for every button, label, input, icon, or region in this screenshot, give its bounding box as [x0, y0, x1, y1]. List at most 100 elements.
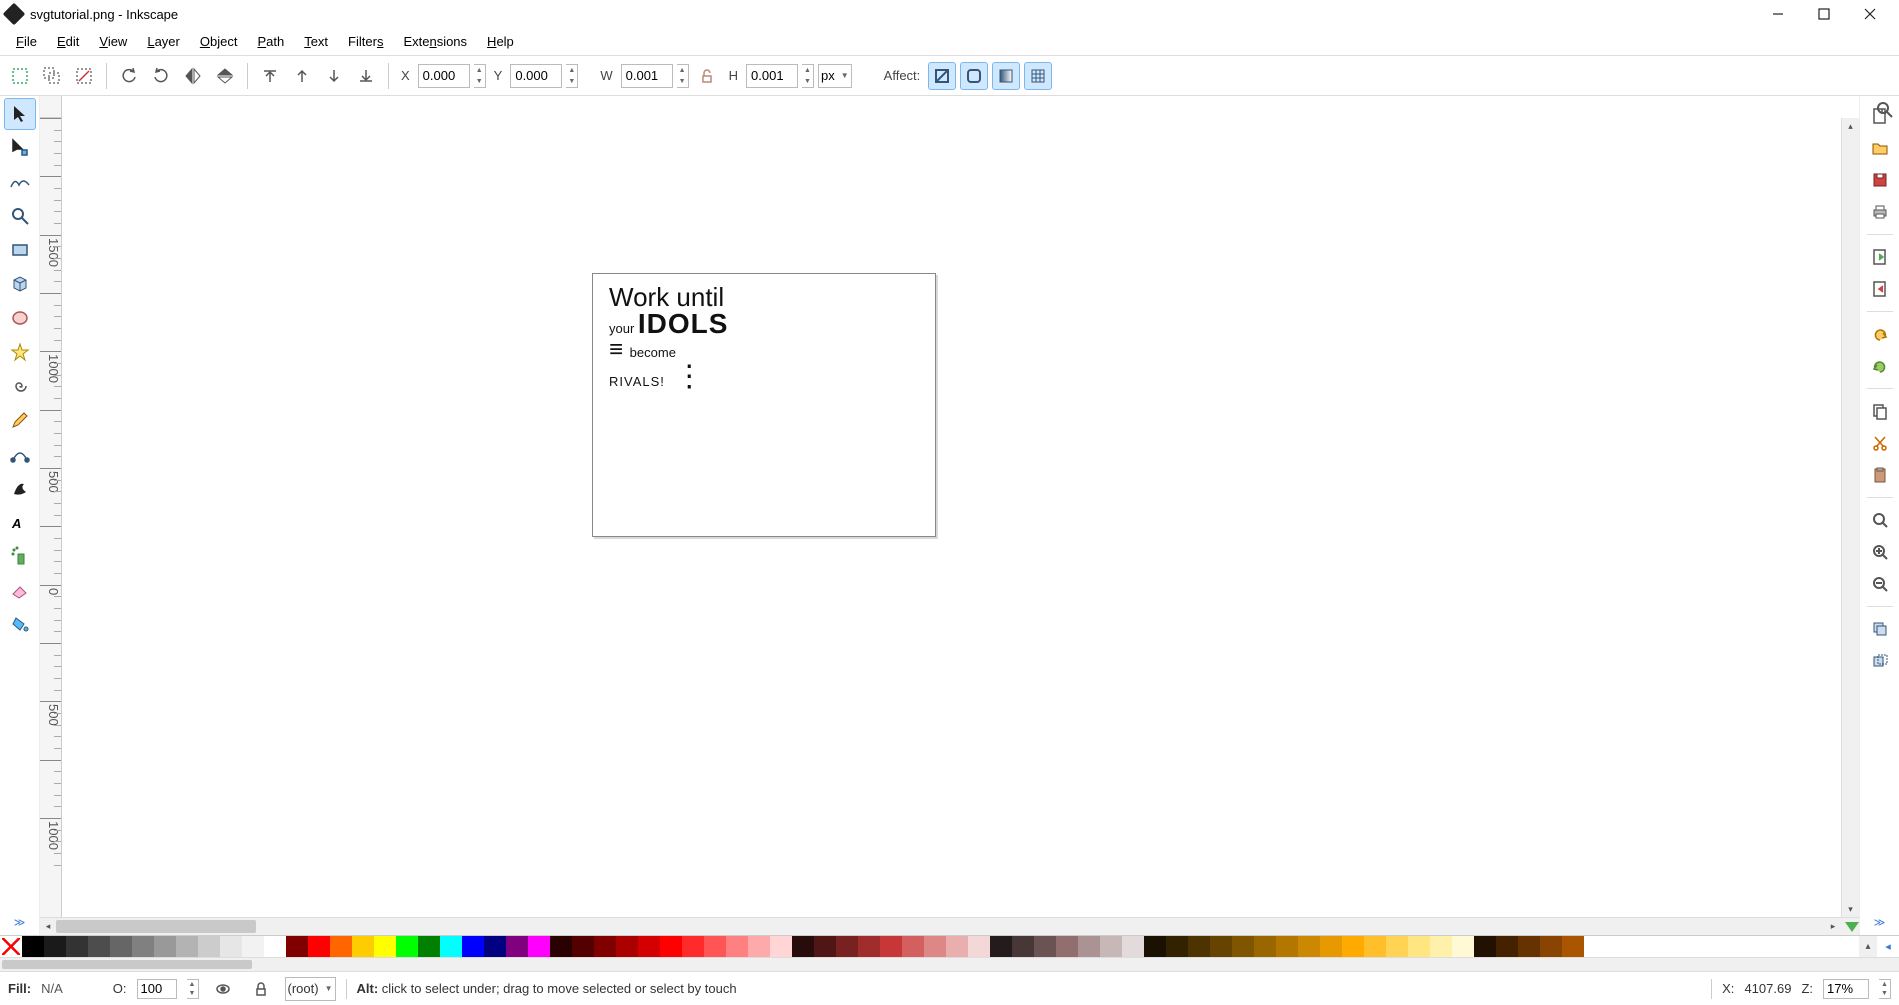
zoom-page-button[interactable]	[1866, 570, 1894, 598]
color-swatch[interactable]	[132, 936, 154, 957]
color-swatch[interactable]	[682, 936, 704, 957]
zoom-input[interactable]	[1823, 979, 1869, 999]
flip-horizontal-button[interactable]	[179, 62, 207, 90]
menu-layer[interactable]: Layer	[137, 30, 190, 53]
color-swatch[interactable]	[1210, 936, 1232, 957]
color-swatch[interactable]	[748, 936, 770, 957]
vertical-scrollbar[interactable]: ▴ ▾	[1841, 118, 1859, 917]
w-input[interactable]	[621, 64, 673, 88]
color-swatch[interactable]	[1474, 936, 1496, 957]
menu-path[interactable]: Path	[247, 30, 294, 53]
color-swatch[interactable]	[1518, 936, 1540, 957]
flip-vertical-button[interactable]	[211, 62, 239, 90]
clone-button[interactable]	[1866, 647, 1894, 675]
menu-view[interactable]: View	[89, 30, 137, 53]
3dbox-tool[interactable]	[4, 268, 36, 300]
layer-visibility-icon[interactable]	[209, 975, 237, 1003]
color-swatch[interactable]	[462, 936, 484, 957]
y-input[interactable]	[510, 64, 562, 88]
color-swatch[interactable]	[44, 936, 66, 957]
rotate-cw-button[interactable]	[147, 62, 175, 90]
color-swatch[interactable]	[528, 936, 550, 957]
menu-edit[interactable]: Edit	[47, 30, 89, 53]
color-swatch[interactable]	[506, 936, 528, 957]
export-button[interactable]	[1866, 275, 1894, 303]
color-swatch[interactable]	[1320, 936, 1342, 957]
color-swatch[interactable]	[1166, 936, 1188, 957]
text-tool[interactable]: A	[4, 506, 36, 538]
affect-corners-button[interactable]	[960, 62, 988, 90]
raise-top-button[interactable]	[256, 62, 284, 90]
close-button[interactable]	[1847, 0, 1893, 28]
bucket-tool[interactable]	[4, 608, 36, 640]
canvas[interactable]: Work until your IDOLS ≡ become RIVALS! ⋮	[62, 118, 1841, 917]
color-swatch[interactable]	[1144, 936, 1166, 957]
paste-button[interactable]	[1866, 461, 1894, 489]
calligraphy-tool[interactable]	[4, 472, 36, 504]
lock-aspect-button[interactable]	[693, 62, 721, 90]
color-swatch[interactable]	[308, 936, 330, 957]
color-swatch[interactable]	[1034, 936, 1056, 957]
affect-stroke-button[interactable]	[928, 62, 956, 90]
color-swatch[interactable]	[352, 936, 374, 957]
horizontal-scrollbar[interactable]: ◂ ▸	[40, 917, 1859, 935]
x-spinner[interactable]: ▲▼	[474, 64, 486, 88]
color-swatch[interactable]	[726, 936, 748, 957]
lower-button[interactable]	[320, 62, 348, 90]
opacity-input[interactable]	[137, 979, 177, 999]
zoom-drawing-button[interactable]	[1866, 538, 1894, 566]
color-swatch[interactable]	[1298, 936, 1320, 957]
color-swatch[interactable]	[594, 936, 616, 957]
color-swatch[interactable]	[1364, 936, 1386, 957]
color-swatch[interactable]	[154, 936, 176, 957]
rotate-ccw-button[interactable]	[115, 62, 143, 90]
y-spinner[interactable]: ▲▼	[566, 64, 578, 88]
ruler-vertical[interactable]: 1500100050005001000	[40, 118, 62, 917]
color-swatch[interactable]	[484, 936, 506, 957]
color-swatch[interactable]	[176, 936, 198, 957]
affect-pattern-button[interactable]	[1024, 62, 1052, 90]
node-tool[interactable]	[4, 132, 36, 164]
menu-help[interactable]: Help	[477, 30, 524, 53]
color-swatch[interactable]	[1078, 936, 1100, 957]
color-swatch[interactable]	[1386, 936, 1408, 957]
color-swatch[interactable]	[1188, 936, 1210, 957]
spray-tool[interactable]	[4, 540, 36, 572]
menu-file[interactable]: File	[6, 30, 47, 53]
scroll-up-icon[interactable]: ▴	[1843, 118, 1859, 134]
color-swatch[interactable]	[374, 936, 396, 957]
spiral-tool[interactable]	[4, 370, 36, 402]
zoom-tool[interactable]	[4, 200, 36, 232]
raise-button[interactable]	[288, 62, 316, 90]
ellipse-tool[interactable]	[4, 302, 36, 334]
color-swatch[interactable]	[418, 936, 440, 957]
no-color-swatch[interactable]	[0, 936, 22, 957]
maximize-button[interactable]	[1801, 0, 1847, 28]
color-swatch[interactable]	[924, 936, 946, 957]
color-swatch[interactable]	[286, 936, 308, 957]
toolbox-expand[interactable]: ≫	[8, 910, 32, 935]
zoom-spinner[interactable]: ▲▼	[1879, 979, 1891, 999]
color-swatch[interactable]	[1540, 936, 1562, 957]
color-swatch[interactable]	[22, 936, 44, 957]
color-swatch[interactable]	[440, 936, 462, 957]
x-input[interactable]	[418, 64, 470, 88]
color-swatch[interactable]	[88, 936, 110, 957]
opacity-spinner[interactable]: ▲▼	[187, 979, 199, 999]
menu-extensions[interactable]: Extensions	[393, 30, 477, 53]
color-swatch[interactable]	[1232, 936, 1254, 957]
color-swatch[interactable]	[990, 936, 1012, 957]
color-swatch[interactable]	[264, 936, 286, 957]
import-button[interactable]	[1866, 243, 1894, 271]
color-swatch[interactable]	[1496, 936, 1518, 957]
color-swatch[interactable]	[550, 936, 572, 957]
h-input[interactable]	[746, 64, 798, 88]
duplicate-button[interactable]	[1866, 615, 1894, 643]
color-swatch[interactable]	[638, 936, 660, 957]
open-document-button[interactable]	[1866, 134, 1894, 162]
color-swatch[interactable]	[880, 936, 902, 957]
palette-scroll-up[interactable]: ▴	[1859, 936, 1877, 957]
affect-gradient-button[interactable]	[992, 62, 1020, 90]
color-swatch[interactable]	[770, 936, 792, 957]
select-all-layers-button[interactable]	[38, 62, 66, 90]
